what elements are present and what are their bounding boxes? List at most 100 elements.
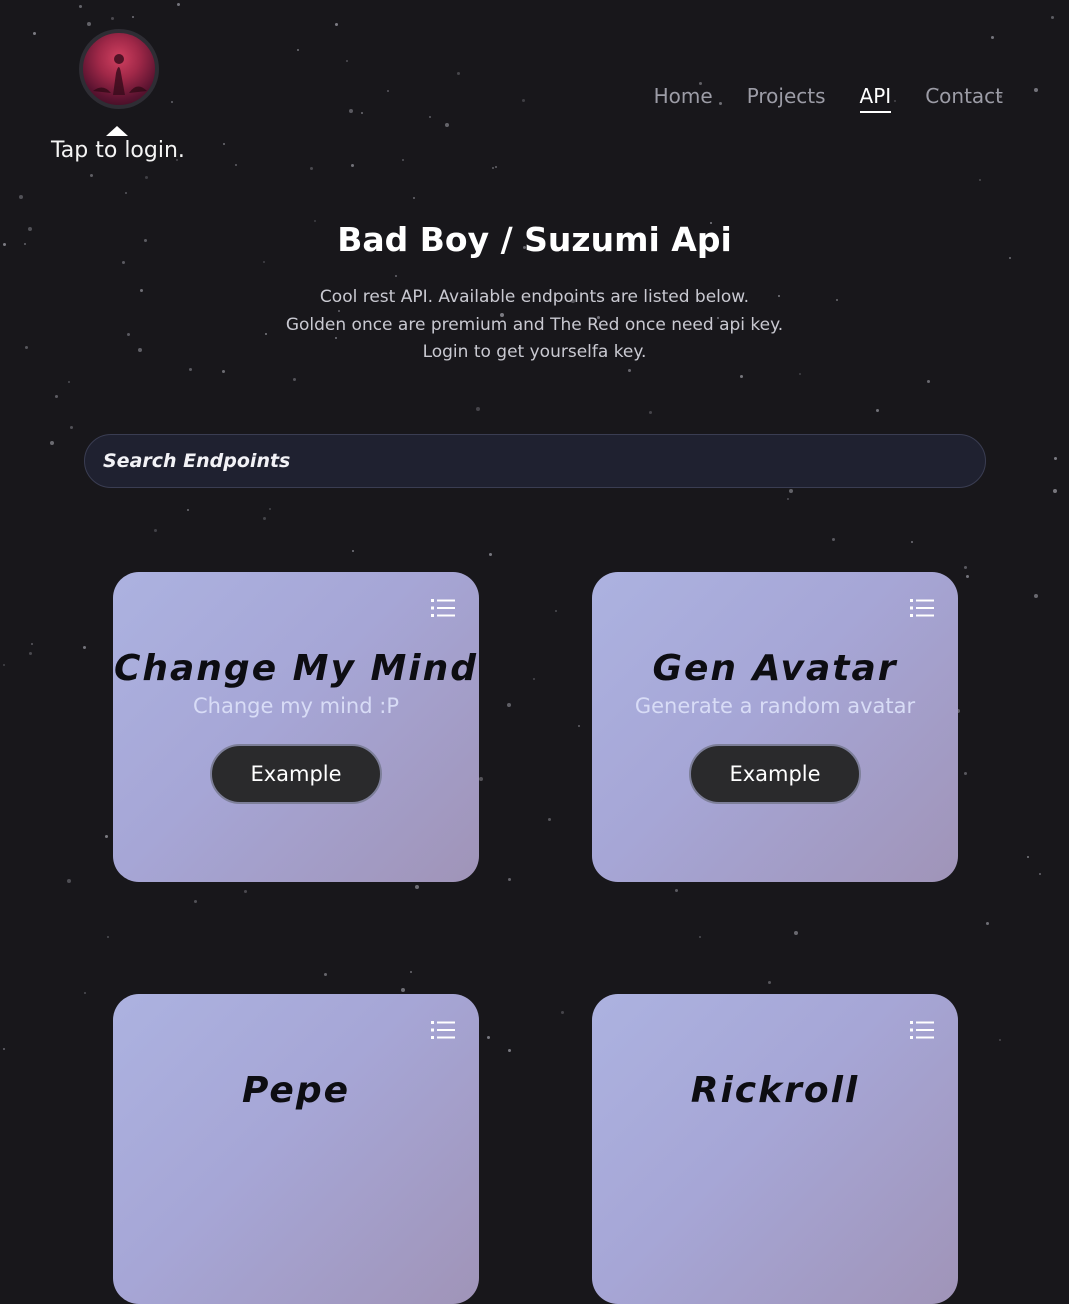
avatar-image bbox=[93, 54, 147, 95]
star-dot bbox=[87, 22, 91, 26]
endpoint-card-change-my-mind: Change My Mind Change my mind :P Example bbox=[113, 572, 479, 882]
login-prompt[interactable]: Tap to login. bbox=[51, 138, 185, 163]
star-dot bbox=[628, 369, 631, 372]
star-dot bbox=[70, 426, 73, 429]
star-dot bbox=[740, 375, 743, 378]
star-dot bbox=[269, 508, 271, 510]
list-icon[interactable] bbox=[910, 1020, 934, 1040]
nav-home-link[interactable]: Home bbox=[654, 84, 713, 113]
star-dot bbox=[19, 195, 23, 199]
star-dot bbox=[3, 1048, 5, 1050]
star-dot bbox=[55, 395, 58, 398]
star-dot bbox=[1039, 873, 1041, 875]
star-dot bbox=[495, 166, 497, 168]
star-dot bbox=[410, 971, 412, 973]
star-dot bbox=[3, 664, 5, 666]
search-bar bbox=[84, 434, 986, 488]
star-dot bbox=[263, 261, 265, 263]
search-input[interactable] bbox=[85, 435, 985, 487]
star-dot bbox=[555, 610, 557, 612]
star-dot bbox=[145, 176, 148, 179]
star-dot bbox=[244, 890, 247, 893]
star-dot bbox=[508, 1049, 511, 1052]
card-subtitle: Generate a random avatar bbox=[634, 694, 916, 718]
star-dot bbox=[310, 167, 313, 170]
star-dot bbox=[177, 3, 180, 6]
star-dot bbox=[90, 174, 93, 177]
star-dot bbox=[832, 538, 835, 541]
star-dot bbox=[1027, 856, 1029, 858]
nav-projects-link[interactable]: Projects bbox=[747, 84, 826, 113]
description-line-3: Login to get yourselfa key. bbox=[422, 342, 647, 362]
list-icon[interactable] bbox=[910, 598, 934, 618]
star-dot bbox=[964, 772, 967, 775]
star-dot bbox=[964, 566, 967, 569]
nav-contact-link[interactable]: Contact bbox=[925, 84, 1003, 113]
star-dot bbox=[1054, 457, 1057, 460]
star-dot bbox=[429, 116, 431, 118]
star-dot bbox=[445, 123, 449, 127]
example-button[interactable]: Example bbox=[689, 744, 861, 804]
card-title: Change My Mind bbox=[113, 648, 479, 689]
star-dot bbox=[50, 441, 54, 445]
card-title: Rickroll bbox=[690, 1070, 860, 1111]
star-dot bbox=[361, 112, 363, 114]
star-dot bbox=[876, 409, 879, 412]
star-dot bbox=[402, 159, 404, 161]
star-dot bbox=[111, 17, 114, 20]
star-dot bbox=[235, 164, 237, 166]
star-dot bbox=[293, 378, 296, 381]
card-subtitle: Change my mind :P bbox=[193, 694, 399, 718]
star-dot bbox=[675, 889, 678, 892]
endpoint-card-pepe: Pepe bbox=[113, 994, 479, 1304]
description-line-2: Golden once are premium and The Red once… bbox=[285, 314, 784, 335]
description-line-1: Cool rest API. Available endpoints are l… bbox=[319, 287, 750, 307]
star-dot bbox=[1051, 16, 1054, 19]
star-dot bbox=[927, 380, 930, 383]
endpoint-card-rickroll: Rickroll bbox=[592, 994, 958, 1304]
star-dot bbox=[794, 931, 798, 935]
list-icon[interactable] bbox=[431, 598, 455, 618]
star-dot bbox=[189, 368, 192, 371]
card-title: Pepe bbox=[241, 1070, 351, 1111]
star-dot bbox=[561, 1011, 564, 1014]
star-dot bbox=[1053, 489, 1057, 493]
star-dot bbox=[346, 60, 348, 62]
star-dot bbox=[33, 32, 36, 35]
star-dot bbox=[132, 16, 134, 18]
star-dot bbox=[387, 90, 389, 92]
star-dot bbox=[194, 900, 197, 903]
star-dot bbox=[489, 553, 492, 556]
page-title: Bad Boy / Suzumi Api bbox=[337, 220, 732, 259]
star-dot bbox=[31, 643, 33, 645]
star-dot bbox=[476, 407, 480, 411]
card-title: Gen Avatar bbox=[652, 648, 898, 689]
star-dot bbox=[415, 885, 419, 889]
star-dot bbox=[83, 646, 86, 649]
star-dot bbox=[986, 922, 989, 925]
star-dot bbox=[352, 550, 354, 552]
star-dot bbox=[105, 835, 108, 838]
star-dot bbox=[154, 529, 157, 532]
star-dot bbox=[1034, 594, 1038, 598]
star-dot bbox=[122, 261, 125, 264]
star-dot bbox=[507, 703, 511, 707]
star-dot bbox=[84, 992, 86, 994]
list-icon[interactable] bbox=[431, 1020, 455, 1040]
star-dot bbox=[508, 878, 511, 881]
star-dot bbox=[297, 49, 299, 51]
star-dot bbox=[395, 275, 397, 277]
star-dot bbox=[222, 370, 225, 373]
star-dot bbox=[1034, 88, 1038, 92]
endpoint-card-gen-avatar: Gen Avatar Generate a random avatar Exam… bbox=[592, 572, 958, 882]
profile-avatar[interactable] bbox=[79, 29, 159, 109]
star-dot bbox=[787, 498, 789, 500]
star-dot bbox=[999, 1039, 1001, 1041]
star-dot bbox=[492, 167, 494, 169]
star-dot bbox=[349, 109, 353, 113]
star-dot bbox=[578, 725, 580, 727]
star-dot bbox=[649, 411, 652, 414]
nav-api-link[interactable]: API bbox=[859, 84, 892, 113]
example-button[interactable]: Example bbox=[210, 744, 382, 804]
star-dot bbox=[223, 143, 225, 145]
